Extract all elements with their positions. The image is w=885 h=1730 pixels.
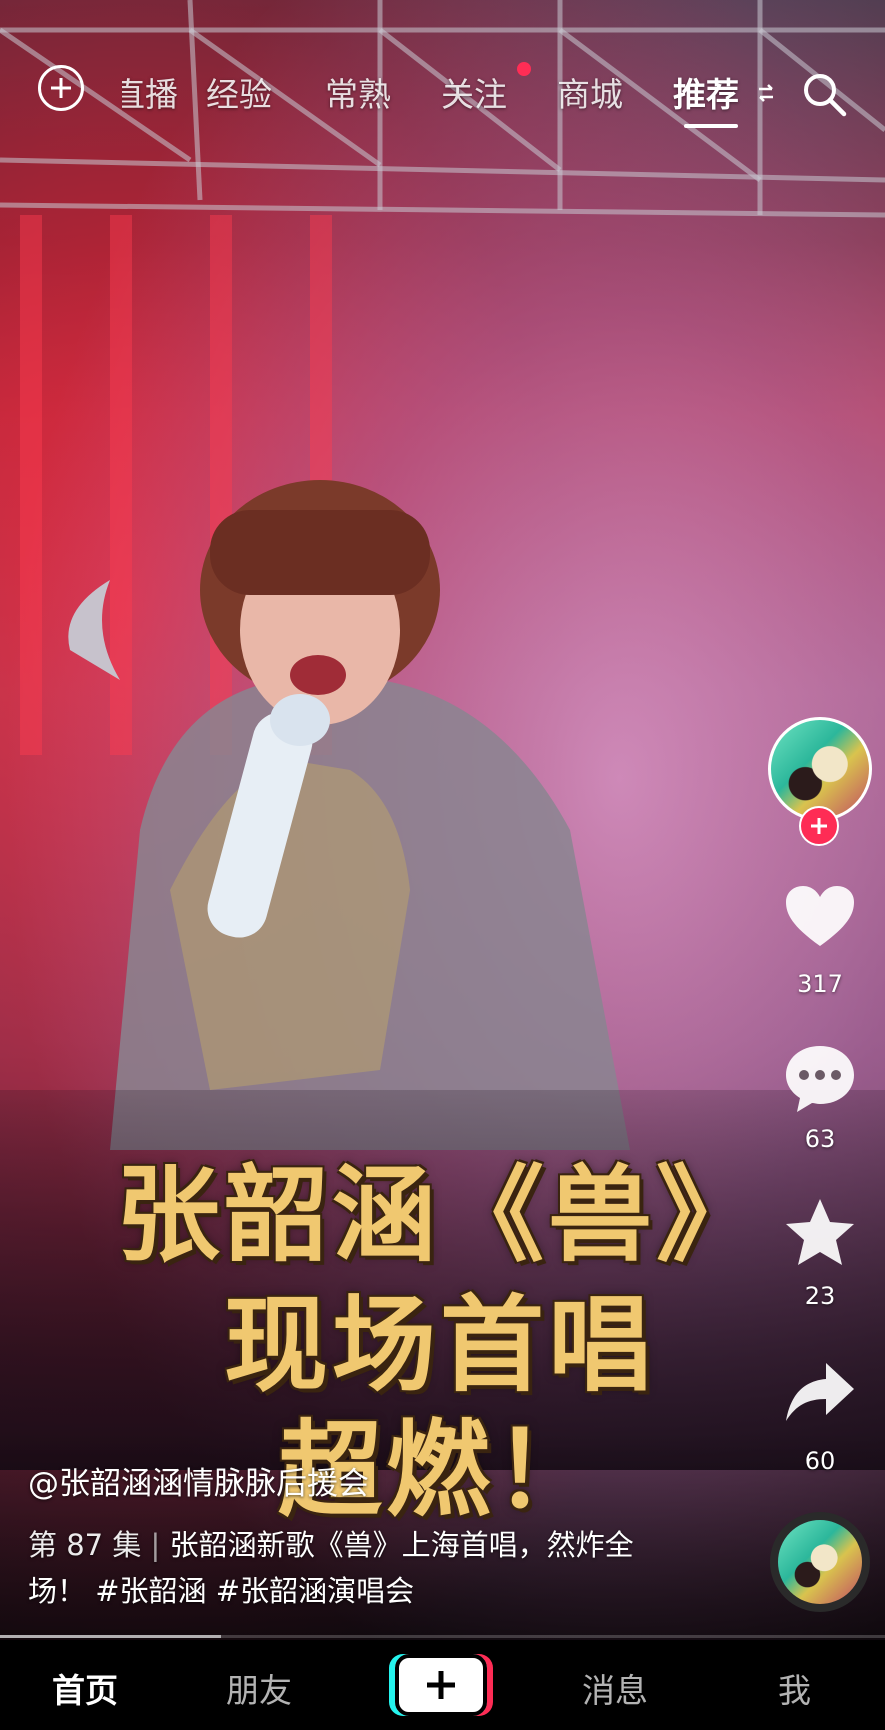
tab-mall[interactable]: 商城 xyxy=(557,68,623,116)
search-icon[interactable] xyxy=(800,70,848,118)
like-heart-icon[interactable] xyxy=(782,880,858,956)
plus-icon xyxy=(395,1654,487,1716)
tab-live[interactable]: 直播 xyxy=(122,68,178,116)
like-count: 317 xyxy=(797,970,843,998)
author-handle[interactable]: @张韶涵涵情脉脉后援会 xyxy=(28,1458,369,1503)
share-arrow-icon[interactable] xyxy=(782,1355,858,1431)
favorite-count: 23 xyxy=(804,1282,836,1310)
nav-home[interactable]: 首页 xyxy=(52,1664,118,1712)
hashtag[interactable]: #张韶涵演唱会 xyxy=(216,1574,414,1608)
tab-local[interactable]: 常熟 xyxy=(325,68,391,116)
add-circle-icon[interactable] xyxy=(38,65,84,111)
separator: | xyxy=(141,1528,170,1562)
notification-dot xyxy=(517,62,531,76)
tab-recommend[interactable]: 推荐 xyxy=(673,68,739,116)
stage-truss xyxy=(0,0,885,218)
comment-icon[interactable] xyxy=(782,1040,858,1116)
tab-experience[interactable]: 经验 xyxy=(206,68,272,116)
comment-count: 63 xyxy=(804,1125,836,1153)
active-tab-underline xyxy=(684,124,738,128)
video-description[interactable]: 第 87 集 | 张韶涵新歌《兽》上海首唱，然炸全场！ #张韶涵 #张韶涵演唱会 xyxy=(28,1522,688,1614)
music-disc[interactable] xyxy=(770,1512,870,1612)
stage-light xyxy=(20,215,42,755)
hashtag[interactable]: #张韶涵 xyxy=(95,1574,206,1608)
bottom-nav: 首页 朋友 消息 我 xyxy=(0,1640,885,1730)
top-nav: 直播 经验 常熟 关注 商城 推荐 xyxy=(0,60,885,130)
video-player[interactable]: 张韶涵《兽》 现场首唱 超燃！ 直播 经验 常熟 关注 商城 推荐 317 63 xyxy=(0,0,885,1730)
playback-progress-fill xyxy=(0,1635,222,1638)
share-count: 60 xyxy=(804,1447,836,1475)
episode-label[interactable]: 第 87 集 xyxy=(28,1528,141,1562)
nav-messages[interactable]: 消息 xyxy=(582,1664,648,1712)
playback-progress-bar[interactable] xyxy=(0,1635,885,1638)
overlay-caption-line-1: 张韶涵《兽》 xyxy=(115,1154,764,1276)
nav-friends[interactable]: 朋友 xyxy=(226,1664,292,1712)
tab-following[interactable]: 关注 xyxy=(441,68,507,116)
singer-figure xyxy=(68,480,630,1150)
nav-me[interactable]: 我 xyxy=(778,1664,811,1712)
tab-switch-icon[interactable] xyxy=(756,82,776,104)
favorite-star-icon[interactable] xyxy=(782,1195,858,1271)
create-video-button[interactable] xyxy=(395,1654,487,1716)
follow-button[interactable] xyxy=(799,806,839,846)
